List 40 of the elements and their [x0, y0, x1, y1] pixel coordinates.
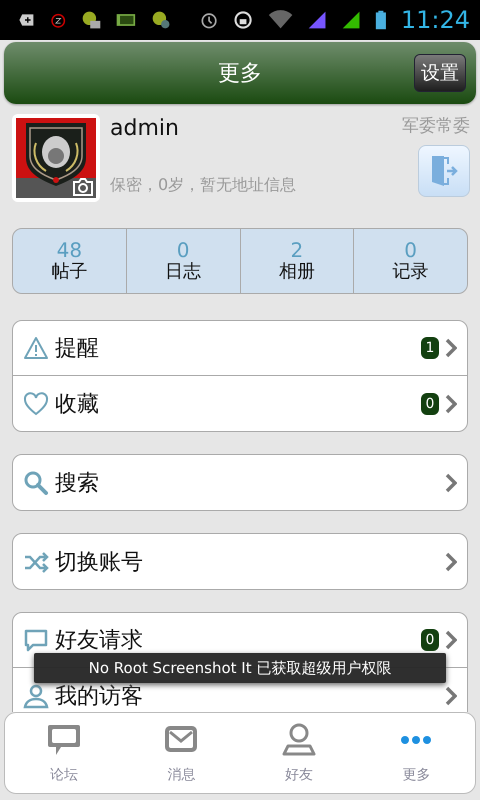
chevron-icon — [445, 394, 457, 414]
more-icon — [401, 736, 432, 744]
stat-label[interactable]: 记录 — [392, 261, 429, 283]
camera-icon[interactable] — [72, 178, 94, 196]
count-badge: 0 — [421, 392, 439, 414]
person-icon — [280, 722, 317, 758]
menu-item[interactable]: 提醒 1 — [13, 321, 467, 376]
stat-label[interactable]: 日志 — [165, 261, 202, 283]
screenshot-toast: No Root Screenshot It 已获取超级用户权限 — [34, 653, 446, 683]
menu-label: 好友请求 — [55, 627, 144, 655]
search-icon — [23, 470, 49, 496]
menu-item[interactable]: 切换账号 — [13, 534, 467, 589]
heart-icon — [23, 390, 49, 416]
chevron-icon — [445, 552, 457, 572]
clock: 11:24 — [400, 6, 470, 34]
count-badge: 0 — [421, 629, 439, 651]
menu-label: 搜索 — [55, 470, 100, 498]
menu-label: 提醒 — [55, 335, 100, 363]
page-title: 更多 — [218, 60, 262, 88]
stat-label[interactable]: 帖子 — [51, 261, 88, 283]
battery-icon — [375, 8, 387, 32]
menu-item[interactable]: 搜索 — [13, 455, 467, 510]
count-badge: 1 — [421, 337, 439, 359]
chevron-icon — [445, 338, 457, 358]
menu-item[interactable]: 收藏 0 — [13, 376, 467, 431]
menu-label: 我的访客 — [55, 682, 144, 710]
settings-button[interactable]: 设置 — [414, 54, 466, 92]
warning-icon — [23, 335, 49, 361]
user-rank: 军委常委 — [402, 115, 470, 137]
profile-info: 保密，0岁，暂无地址信息 — [110, 175, 298, 196]
chevron-icon — [445, 472, 457, 492]
chat-icon — [23, 627, 49, 653]
chevron-icon — [445, 686, 457, 706]
stat-label[interactable]: 相册 — [278, 261, 315, 283]
menu-label: 切换账号 — [55, 548, 144, 576]
username: admin — [110, 116, 180, 141]
person-icon — [23, 682, 49, 708]
menu-label: 收藏 — [55, 390, 100, 418]
chevron-icon — [445, 630, 457, 650]
door-exit-icon — [429, 154, 459, 188]
